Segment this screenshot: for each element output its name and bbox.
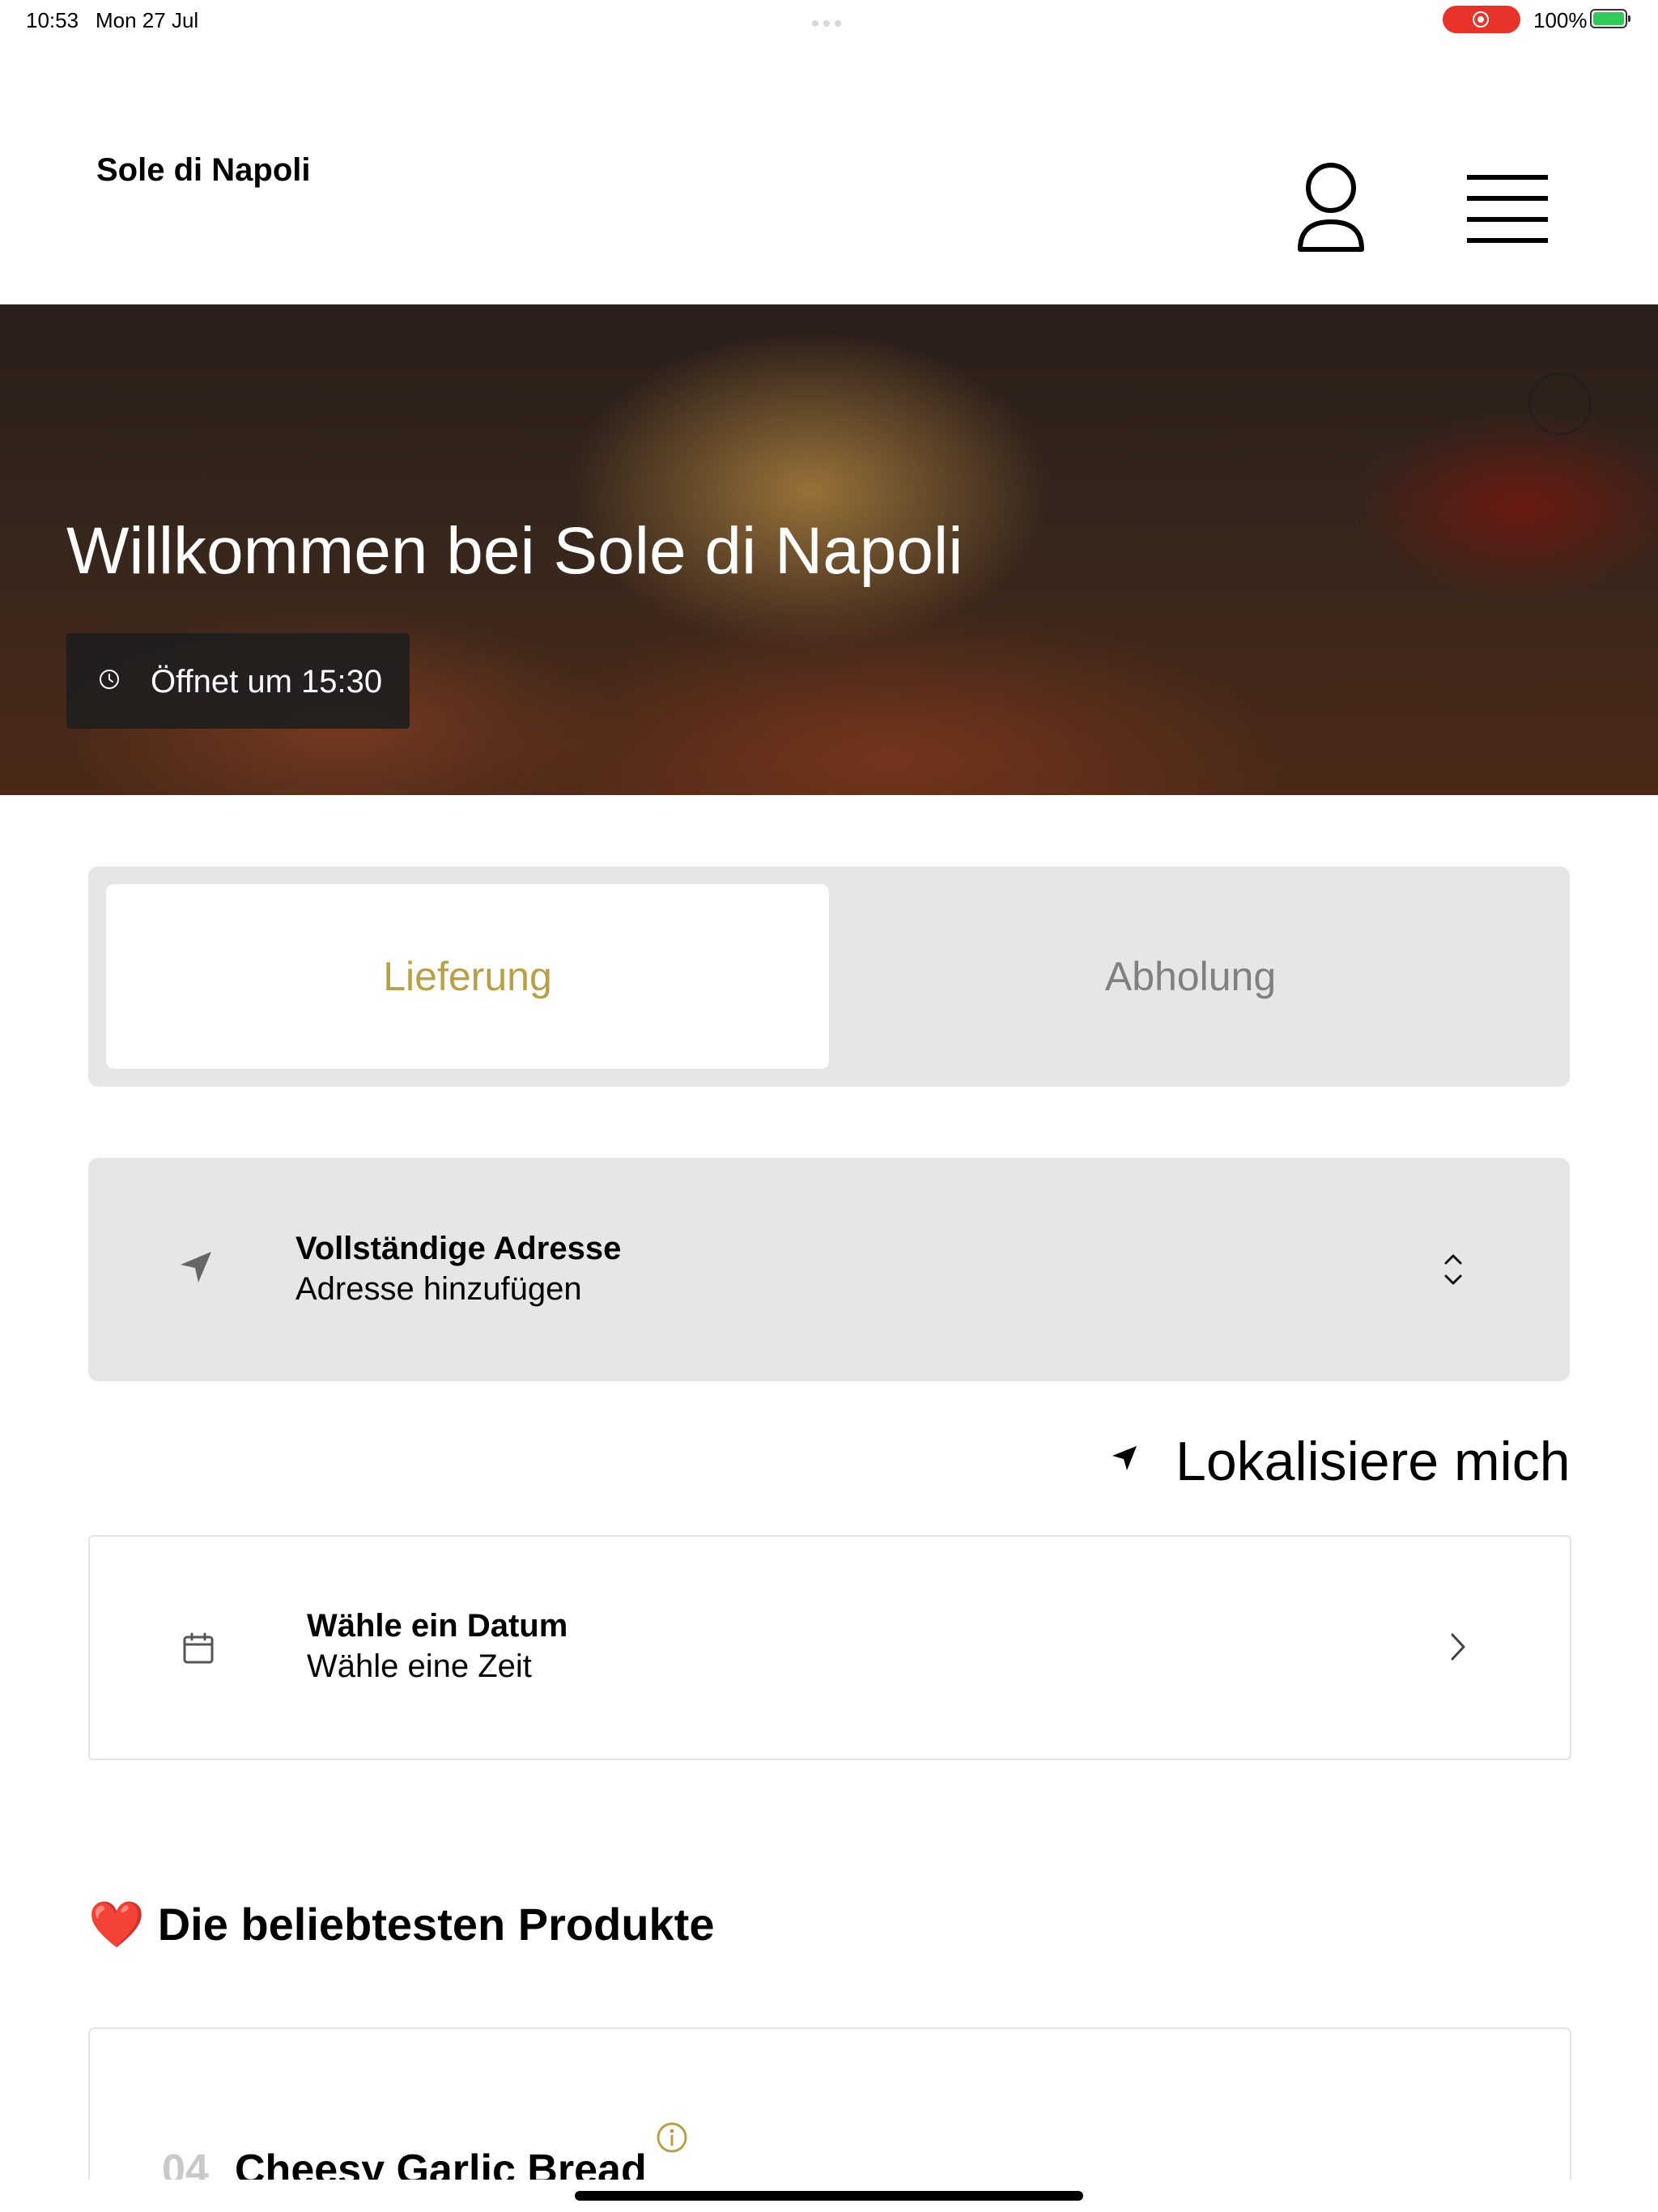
product-number: 04 bbox=[162, 2146, 209, 2180]
product-name[interactable]: Cheesy Garlic Bread bbox=[235, 2146, 647, 2180]
home-indicator[interactable] bbox=[575, 2191, 1083, 2201]
product-list-viewport: 04 Cheesy Garlic Bread bbox=[0, 0, 1658, 2180]
info-icon[interactable] bbox=[656, 2121, 688, 2154]
